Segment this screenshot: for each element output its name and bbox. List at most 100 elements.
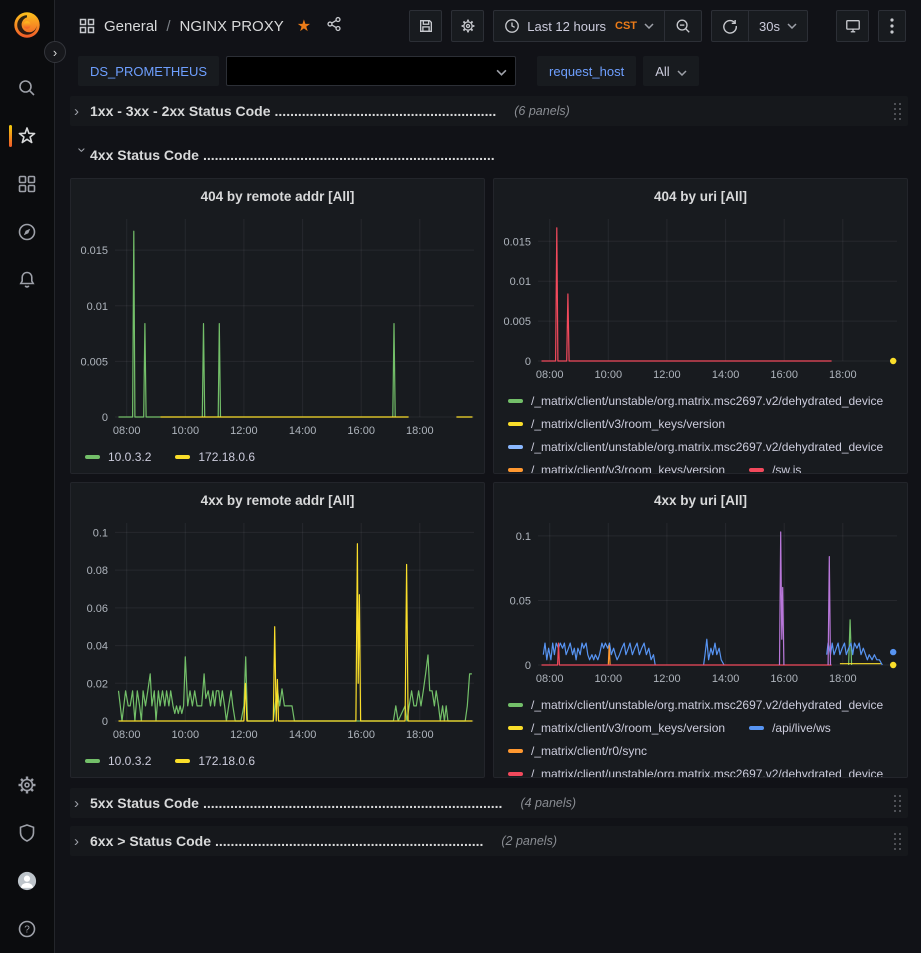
panel-title[interactable]: 4xx by remote addr [All]: [71, 483, 484, 517]
row-drag-handle[interactable]: [893, 832, 902, 851]
chart-plot[interactable]: 08:0010:0012:0014:0016:0018:0000.020.040…: [71, 517, 484, 747]
panel-title[interactable]: 404 by remote addr [All]: [71, 179, 484, 213]
series-color-chip: [508, 399, 523, 403]
x-axis-label: 18:00: [829, 369, 857, 381]
legend-item[interactable]: /_matrix/client/v3/room_keys/version: [508, 463, 725, 475]
sidebar-item-alerting[interactable]: [0, 256, 55, 304]
cycle-view-mode-button[interactable]: [836, 10, 869, 42]
sidebar-item-dashboards[interactable]: [0, 160, 55, 208]
series-color-chip: [749, 468, 764, 472]
legend-item[interactable]: /_matrix/client/r0/sync: [508, 744, 647, 758]
y-axis-label: 0.08: [87, 565, 108, 577]
row-1xx-3xx-2xx[interactable]: › 1xx - 3xx - 2xx Status Code ..........…: [70, 96, 908, 126]
row-5xx[interactable]: › 5xx Status Code ......................…: [70, 788, 908, 818]
breadcrumb-section[interactable]: General: [104, 18, 157, 35]
panel-legend: 10.0.3.2 172.18.0.6: [71, 747, 484, 772]
legend-item[interactable]: /api/live/ws: [749, 721, 831, 735]
x-axis-label: 18:00: [406, 425, 434, 437]
sidebar-item-search[interactable]: [0, 64, 55, 112]
chart-plot[interactable]: 08:0010:0012:0014:0016:0018:0000.0050.01…: [71, 213, 484, 443]
panel-title[interactable]: 4xx by uri [All]: [494, 483, 907, 517]
refresh-interval-picker[interactable]: 30s: [748, 11, 807, 41]
variable-value-ds-prometheus[interactable]: [226, 56, 516, 86]
legend-item[interactable]: /_matrix/client/unstable/org.matrix.msc2…: [508, 394, 883, 408]
save-dashboard-button[interactable]: [409, 10, 442, 42]
row-drag-handle[interactable]: [893, 794, 902, 813]
x-axis-label: 08:00: [536, 369, 564, 381]
refresh-button[interactable]: [712, 11, 748, 41]
variable-label-ds-prometheus[interactable]: DS_PROMETHEUS: [78, 56, 219, 86]
legend-item[interactable]: 10.0.3.2: [85, 754, 151, 768]
dashboard-squares-icon[interactable]: [79, 18, 95, 34]
chart-canvas[interactable]: 08:0010:0012:0014:0016:0018:0000.0050.01…: [71, 213, 484, 443]
legend-item[interactable]: 172.18.0.6: [175, 450, 255, 464]
series-name: 172.18.0.6: [198, 754, 255, 768]
time-range-group: Last 12 hours CST: [493, 10, 702, 42]
x-axis-label: 08:00: [536, 673, 564, 685]
chart-plot[interactable]: 08:0010:0012:0014:0016:0018:0000.050.1: [494, 517, 907, 691]
dashboard-settings-button[interactable]: [451, 10, 484, 42]
x-axis-label: 16:00: [770, 369, 798, 381]
sidebar-item-explore[interactable]: [0, 208, 55, 256]
y-axis-label: 0: [525, 356, 531, 368]
series-color-chip: [175, 759, 190, 763]
chart-canvas[interactable]: 08:0010:0012:0014:0016:0018:0000.0050.01…: [494, 213, 907, 387]
row-4xx[interactable]: › 4xx Status Code ......................…: [70, 140, 908, 170]
sidebar-item-profile[interactable]: [0, 857, 55, 905]
y-axis-label: 0.1: [516, 531, 531, 543]
breadcrumb-title[interactable]: NGINX PROXY: [180, 18, 284, 35]
shield-icon: [17, 823, 37, 843]
legend-item[interactable]: 10.0.3.2: [85, 450, 151, 464]
row-panel-count: (6 panels): [514, 104, 570, 118]
timezone-label: CST: [615, 20, 637, 32]
series-name: /_matrix/client/unstable/org.matrix.msc2…: [531, 440, 883, 454]
y-axis-label: 0: [102, 412, 108, 424]
legend-row: 10.0.3.2 172.18.0.6: [85, 445, 484, 468]
series-color-chip: [508, 749, 523, 753]
svg-text:?: ?: [24, 924, 30, 935]
x-axis-label: 10:00: [595, 369, 623, 381]
favorite-star-icon[interactable]: ★: [297, 16, 311, 36]
zoom-out-button[interactable]: [664, 11, 701, 41]
legend-item[interactable]: /_matrix/client/v3/room_keys/version: [508, 721, 725, 735]
sidebar-item-configuration[interactable]: [0, 761, 55, 809]
row-6xx[interactable]: › 6xx > Status Code ....................…: [70, 826, 908, 856]
chevron-right-icon: ›: [74, 795, 90, 812]
series-name: /_matrix/client/v3/room_keys/version: [531, 463, 725, 475]
time-range-picker[interactable]: Last 12 hours CST: [494, 11, 664, 41]
sidebar-item-help[interactable]: ?: [0, 905, 55, 953]
variable-label-request-host[interactable]: request_host: [537, 56, 636, 86]
panel-404-by-remote-addr: 404 by remote addr [All] 08:0010:0012:00…: [70, 178, 485, 474]
series-name: /_matrix/client/v3/room_keys/version: [531, 417, 725, 431]
variables-submenu: DS_PROMETHEUS request_host All: [55, 52, 921, 90]
legend-item[interactable]: /_matrix/client/unstable/org.matrix.msc2…: [508, 698, 883, 712]
clock-icon: [504, 18, 520, 34]
row-drag-handle[interactable]: [893, 102, 902, 121]
sidebar-item-starred[interactable]: [0, 112, 55, 160]
grafana-logo[interactable]: [12, 10, 42, 40]
sidebar-expand-button[interactable]: ›: [44, 41, 66, 63]
y-axis-label: 0.015: [503, 236, 531, 248]
chart-plot[interactable]: 08:0010:0012:0014:0016:0018:0000.0050.01…: [494, 213, 907, 387]
variable-value-request-host[interactable]: All: [643, 56, 698, 86]
chart-canvas[interactable]: 08:0010:0012:0014:0016:0018:0000.050.1: [494, 517, 907, 691]
legend-item[interactable]: /sw.js: [749, 463, 801, 475]
chevron-down-icon: [644, 23, 654, 29]
panel-legend: /_matrix/client/unstable/org.matrix.msc2…: [494, 691, 907, 778]
series-color-chip: [508, 445, 523, 449]
more-options-button[interactable]: [878, 10, 906, 42]
legend-item[interactable]: /_matrix/client/unstable/org.matrix.msc2…: [508, 440, 883, 454]
chart-canvas[interactable]: 08:0010:0012:0014:0016:0018:0000.020.040…: [71, 517, 484, 747]
share-icon[interactable]: [326, 16, 342, 36]
legend-item[interactable]: /_matrix/client/v3/room_keys/version: [508, 417, 725, 431]
x-axis-label: 08:00: [113, 729, 141, 741]
series-color-chip: [508, 772, 523, 776]
sidebar-item-server-admin[interactable]: [0, 809, 55, 857]
panel-title[interactable]: 404 by uri [All]: [494, 179, 907, 213]
legend-item[interactable]: 172.18.0.6: [175, 754, 255, 768]
x-axis-label: 18:00: [406, 729, 434, 741]
x-axis-label: 12:00: [653, 369, 681, 381]
legend-item[interactable]: /_matrix/client/unstable/org.matrix.msc2…: [508, 767, 883, 779]
breadcrumb: General / NGINX PROXY ★: [79, 16, 342, 36]
series-name: 172.18.0.6: [198, 450, 255, 464]
